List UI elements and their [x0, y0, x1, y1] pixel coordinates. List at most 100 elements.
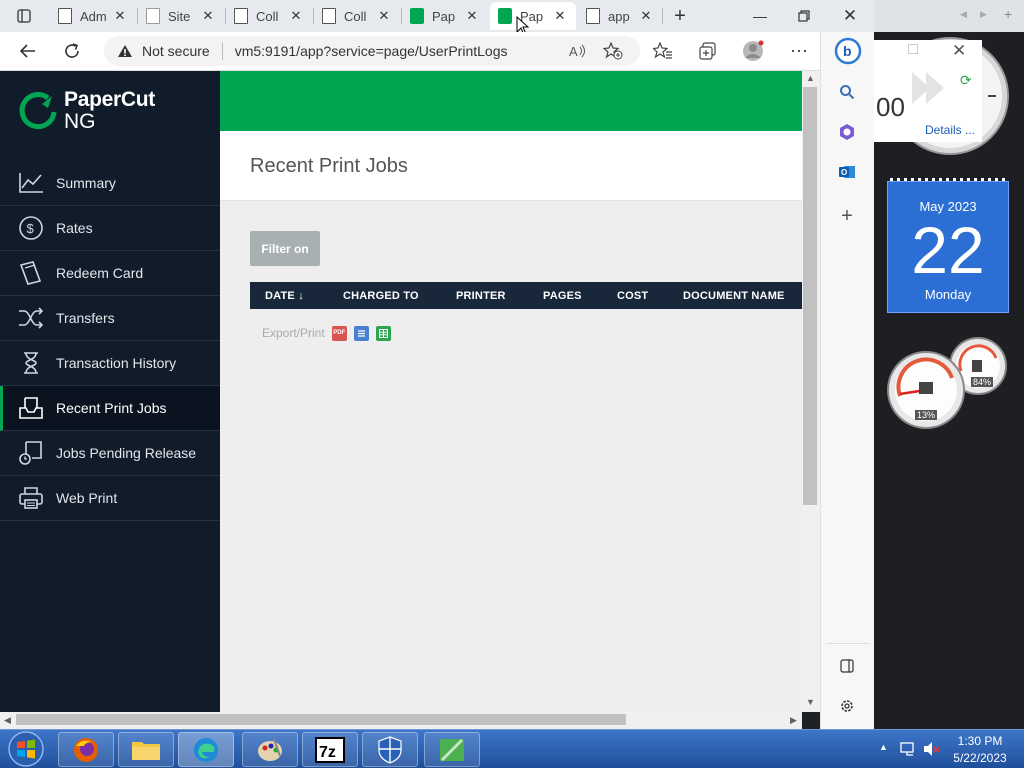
nav-item-recent-print-jobs[interactable]: Recent Print Jobs	[0, 386, 220, 431]
clock-partial-text: 00	[876, 92, 905, 122]
back-icon[interactable]	[12, 35, 44, 67]
hide-sidebar-icon[interactable]	[833, 652, 861, 680]
page-icon	[322, 8, 336, 24]
scroll-down-icon[interactable]: ▼	[806, 697, 815, 707]
scroll-up-icon[interactable]: ▲	[806, 73, 815, 83]
nav-item-web-print[interactable]: Web Print	[0, 476, 220, 521]
refresh-icon[interactable]: ⟳	[960, 72, 972, 89]
defender-taskbar-button[interactable]	[362, 732, 418, 767]
close-icon[interactable]: ✕	[552, 8, 568, 24]
browser-tab[interactable]: Coll ✕	[226, 2, 312, 30]
7zip-taskbar-button[interactable]: 7z	[302, 732, 358, 767]
papercut-icon	[410, 8, 424, 24]
edge-taskbar-button[interactable]	[178, 732, 234, 767]
firefox-taskbar-button[interactable]	[58, 732, 114, 767]
outlook-icon[interactable]: O	[833, 158, 861, 186]
nav-item-summary[interactable]: Summary	[0, 161, 220, 206]
start-button[interactable]	[4, 731, 48, 767]
column-date[interactable]: DATE ↓	[265, 290, 304, 302]
gadget-popup: ✕ ⟳ 00 Details ...	[874, 40, 982, 142]
office-icon[interactable]	[833, 118, 861, 146]
horizontal-scroll-thumb[interactable]	[16, 714, 626, 725]
restore-icon[interactable]	[790, 2, 818, 30]
svg-text:A: A	[569, 44, 578, 59]
print-jobs-table-header: DATE ↓ CHARGED TO PRINTER PAGES COST DOC…	[250, 282, 802, 309]
browser-tab-active[interactable]: Pap ✕	[490, 2, 576, 30]
minimize-icon[interactable]: —	[746, 2, 774, 30]
logo-subtext: NG	[64, 110, 96, 133]
column-document-name[interactable]: DOCUMENT NAME	[683, 290, 785, 302]
volume-muted-icon[interactable]	[923, 741, 941, 757]
papercut-logo-icon	[19, 92, 57, 130]
collections-icon[interactable]	[693, 36, 723, 66]
calendar-weekday: Monday	[924, 287, 972, 302]
column-cost[interactable]: COST	[617, 290, 648, 302]
filter-button[interactable]: Filter on	[250, 231, 320, 266]
nav-item-jobs-pending-release[interactable]: Jobs Pending Release	[0, 431, 220, 476]
browser-tab[interactable]: app ✕	[578, 2, 662, 30]
details-link[interactable]: Details ...	[925, 123, 975, 137]
close-icon[interactable]: ✕	[464, 8, 480, 24]
column-pages[interactable]: PAGES	[543, 290, 582, 302]
browser-tab[interactable]: Pap ✕	[402, 2, 488, 30]
warning-icon[interactable]	[116, 43, 134, 59]
nav-item-redeem-card[interactable]: Redeem Card	[0, 251, 220, 296]
calendar-gadget[interactable]: May 2023 22 Monday	[887, 181, 1009, 313]
address-bar[interactable]: Not secure vm5:9191/app?service=page/Use…	[104, 36, 640, 66]
add-favorite-icon[interactable]	[598, 36, 628, 66]
url-text[interactable]: vm5:9191/app?service=page/UserPrintLogs	[235, 43, 508, 59]
7zip-icon: 7z	[315, 736, 345, 763]
read-aloud-icon[interactable]: A	[562, 36, 592, 66]
papercut-app-icon	[440, 738, 464, 761]
vertical-scroll-thumb[interactable]	[803, 87, 817, 505]
nav-label: Redeem Card	[56, 265, 144, 281]
tab-title: Coll	[256, 8, 279, 24]
close-icon[interactable]: ✕	[288, 8, 304, 24]
new-tab-icon[interactable]: +	[666, 2, 694, 30]
close-icon[interactable]: ✕	[952, 41, 966, 61]
add-sidebar-app-icon[interactable]: +	[833, 202, 861, 230]
settings-icon[interactable]	[833, 692, 861, 720]
tab-actions-icon[interactable]	[10, 2, 38, 30]
paint-taskbar-button[interactable]	[242, 732, 298, 767]
close-icon[interactable]: ✕	[112, 8, 128, 24]
page-icon	[234, 8, 248, 24]
csv-export-icon[interactable]	[375, 325, 391, 341]
html-export-icon[interactable]	[353, 325, 369, 341]
firefox-icon	[74, 737, 98, 762]
close-icon[interactable]: ✕	[376, 8, 392, 24]
restore-icon[interactable]	[908, 44, 918, 54]
sidebar-divider	[827, 643, 869, 644]
browser-tab[interactable]: Adm ✕	[50, 2, 136, 30]
nav-item-rates[interactable]: $ Rates	[0, 206, 220, 251]
close-icon[interactable]: ✕	[200, 8, 216, 24]
nav-item-transfers[interactable]: Transfers	[0, 296, 220, 341]
profile-avatar[interactable]	[738, 36, 768, 66]
refresh-icon[interactable]	[56, 35, 88, 67]
scroll-right-icon[interactable]: ▶	[790, 715, 797, 726]
nav-item-transaction-history[interactable]: Transaction History	[0, 341, 220, 386]
papercut-logo[interactable]: PaperCut NG	[18, 88, 188, 136]
show-hidden-icons[interactable]: ▲	[879, 742, 888, 752]
more-menu-icon[interactable]: ⋯	[784, 36, 814, 66]
scroll-left-icon[interactable]: ◀	[4, 715, 11, 726]
network-icon[interactable]	[900, 741, 918, 757]
bing-chat-icon[interactable]: b	[833, 36, 863, 66]
column-charged-to[interactable]: CHARGED TO	[343, 290, 419, 302]
papercut-taskbar-button[interactable]	[424, 732, 480, 767]
system-clock[interactable]: 1:30 PM 5/22/2023	[940, 733, 1020, 767]
browser-tab[interactable]: Coll ✕	[314, 2, 400, 30]
column-printer[interactable]: PRINTER	[456, 290, 506, 302]
favorites-icon[interactable]	[648, 36, 678, 66]
edge-sidebar: b O +	[820, 32, 874, 729]
close-window-icon[interactable]: ✕	[836, 2, 864, 30]
pdf-export-icon[interactable]: PDF	[331, 325, 347, 341]
security-label[interactable]: Not secure	[142, 43, 210, 59]
inbox-tray-icon	[17, 394, 45, 422]
close-icon[interactable]: ✕	[638, 8, 654, 24]
explorer-taskbar-button[interactable]	[118, 732, 174, 767]
papercut-icon	[498, 8, 512, 24]
search-icon[interactable]	[833, 78, 861, 106]
browser-tab[interactable]: Site ✕	[138, 2, 224, 30]
tab-title: Site	[168, 8, 191, 24]
